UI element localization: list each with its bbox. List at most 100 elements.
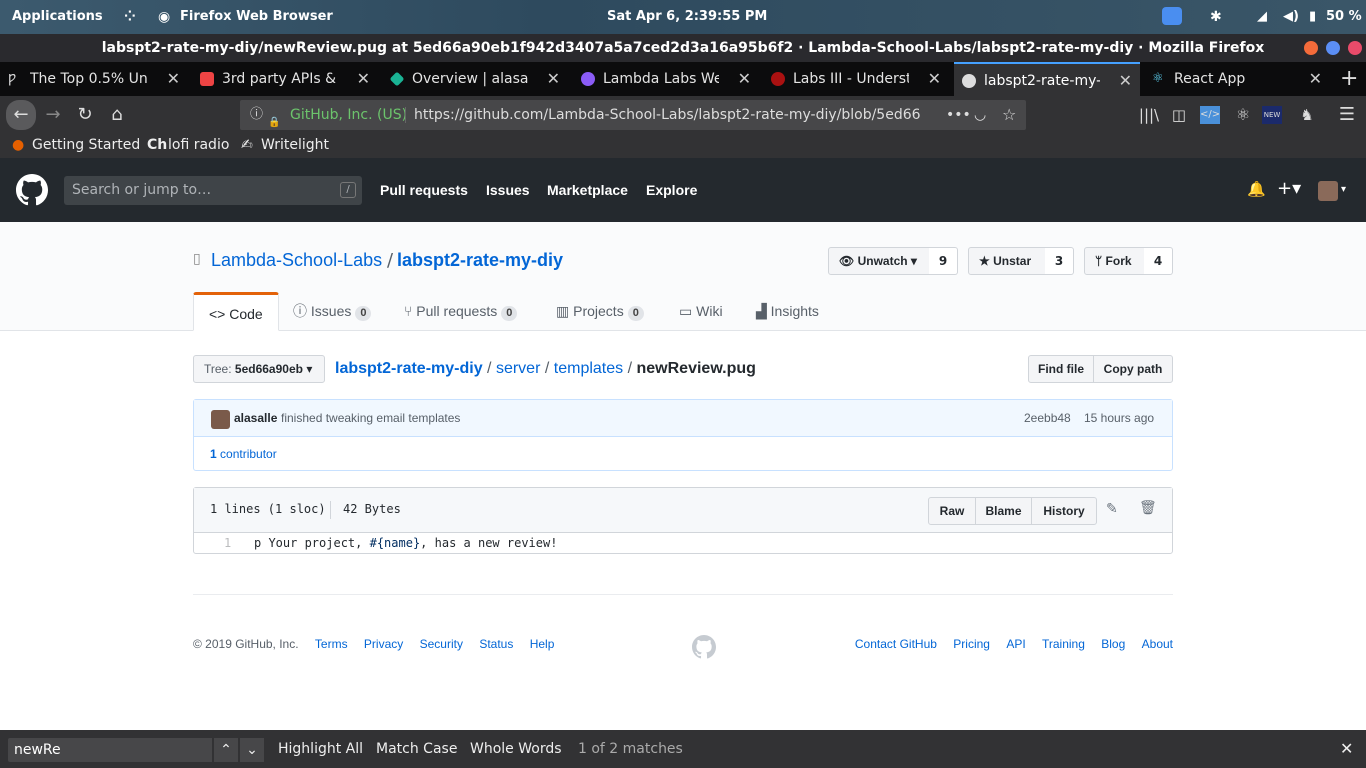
- close-tab-icon[interactable]: ✕: [928, 62, 941, 96]
- close-tab-icon[interactable]: ✕: [1119, 64, 1132, 96]
- github-logo-icon[interactable]: [16, 174, 48, 206]
- footer-link-training[interactable]: Training: [1042, 637, 1085, 651]
- copy-path-button[interactable]: Copy path: [1093, 355, 1173, 383]
- tab-top-half-percent[interactable]: Ƿ The Top 0.5% Under ✕: [0, 62, 188, 96]
- raw-button[interactable]: Raw: [928, 497, 976, 525]
- find-previous-button[interactable]: ⌃: [214, 738, 238, 762]
- line-number[interactable]: 1: [224, 536, 231, 550]
- whole-words-toggle[interactable]: Whole Words: [470, 741, 562, 757]
- footer-link-contact[interactable]: Contact GitHub: [855, 637, 937, 651]
- extension-code-icon[interactable]: </>: [1200, 106, 1220, 124]
- close-tab-icon[interactable]: ✕: [1309, 62, 1322, 96]
- footer-link-security[interactable]: Security: [420, 637, 463, 651]
- commit-message[interactable]: finished tweaking email templates: [281, 411, 460, 425]
- match-case-toggle[interactable]: Match Case: [376, 741, 457, 757]
- footer-link-pricing[interactable]: Pricing: [953, 637, 990, 651]
- unstar-button[interactable]: ★ Unstar: [968, 247, 1046, 275]
- footer-link-help[interactable]: Help: [530, 637, 555, 651]
- pocket-icon[interactable]: ◡: [974, 100, 986, 130]
- fork-count[interactable]: 4: [1144, 247, 1173, 275]
- clock[interactable]: Sat Apr 6, 2:39:55 PM: [607, 9, 767, 24]
- blame-button[interactable]: Blame: [975, 497, 1032, 525]
- create-new-plus-icon[interactable]: +▾: [1277, 178, 1301, 199]
- chevron-down-icon[interactable]: ▾: [1341, 184, 1346, 195]
- library-icon[interactable]: |||\: [1136, 102, 1162, 128]
- tab-code[interactable]: <> Code: [193, 292, 279, 331]
- tab-wiki[interactable]: ▭ Wiki: [679, 292, 723, 331]
- battery-icon[interactable]: ▮: [1309, 9, 1316, 24]
- unwatch-button[interactable]: 👁 Unwatch ▾: [828, 247, 930, 275]
- github-search-input[interactable]: Search or jump to… /: [64, 176, 362, 205]
- close-window-button[interactable]: [1348, 41, 1362, 55]
- footer-link-api[interactable]: API: [1006, 637, 1025, 651]
- bookmark-star-icon[interactable]: ☆: [1002, 100, 1016, 130]
- footer-link-blog[interactable]: Blog: [1101, 637, 1125, 651]
- url-bar[interactable]: ⓘ 🔒 GitHub, Inc. (US) https://github.com…: [240, 100, 1026, 130]
- highlight-all-toggle[interactable]: Highlight All: [278, 741, 363, 757]
- tab-projects[interactable]: ▥ Projects 0: [556, 292, 644, 331]
- nav-marketplace[interactable]: Marketplace: [547, 182, 628, 198]
- applications-menu[interactable]: Applications: [12, 9, 103, 24]
- breadcrumb-templates-link[interactable]: templates: [554, 360, 623, 377]
- gnome-extension-icon[interactable]: ♞: [1294, 102, 1320, 128]
- commit-author[interactable]: alasalle: [234, 411, 277, 425]
- bookmark-lofi-radio[interactable]: lofi radio: [168, 137, 229, 153]
- find-file-button[interactable]: Find file: [1028, 355, 1094, 383]
- zoom-icon[interactable]: [1162, 7, 1182, 25]
- contributors-link[interactable]: 1 contributor: [210, 447, 277, 461]
- close-tab-icon[interactable]: ✕: [738, 62, 751, 96]
- site-identity[interactable]: GitHub, Inc. (US): [290, 100, 407, 130]
- tab-labs-iii[interactable]: Labs III - Understand ✕: [763, 62, 949, 96]
- footer-link-status[interactable]: Status: [479, 637, 513, 651]
- tab-overview-alasalle[interactable]: Overview | alasalle ✕: [382, 62, 568, 96]
- close-find-bar-icon[interactable]: ✕: [1340, 739, 1353, 758]
- fork-button[interactable]: ᛘ Fork: [1084, 247, 1145, 275]
- avatar[interactable]: [1318, 181, 1338, 201]
- history-button[interactable]: History: [1031, 497, 1097, 525]
- back-button[interactable]: ←: [6, 100, 36, 130]
- url-text[interactable]: https://github.com/Lambda-School-Labs/la…: [414, 100, 938, 130]
- bookmark-getting-started[interactable]: Getting Started: [32, 137, 140, 153]
- tab-labspt2-rate-my-diy[interactable]: labspt2-rate-my-diy ✕: [954, 62, 1140, 96]
- find-next-button[interactable]: ⌄: [240, 738, 264, 762]
- new-tab-button[interactable]: +: [1340, 66, 1358, 91]
- tab-insights[interactable]: ▟ Insights: [756, 292, 819, 331]
- wifi-icon[interactable]: ◢: [1257, 9, 1267, 24]
- notifications-bell-icon[interactable]: 🔔: [1247, 180, 1266, 198]
- minimize-button[interactable]: [1304, 41, 1318, 55]
- tab-pull-requests[interactable]: ⑂ Pull requests 0: [404, 292, 518, 331]
- breadcrumb-repo-link[interactable]: labspt2-rate-my-diy: [335, 360, 483, 377]
- sidebar-icon[interactable]: ◫: [1166, 102, 1192, 128]
- watch-count[interactable]: 9: [929, 247, 958, 275]
- new-badge-extension-icon[interactable]: NEW: [1262, 106, 1282, 124]
- tab-lambda-labs-week[interactable]: Lambda Labs Week ✕: [573, 62, 759, 96]
- nav-issues[interactable]: Issues: [486, 182, 530, 198]
- find-input[interactable]: newRe: [8, 738, 212, 762]
- footer-link-privacy[interactable]: Privacy: [364, 637, 403, 651]
- reload-button[interactable]: ↻: [72, 102, 98, 128]
- avatar[interactable]: [211, 410, 230, 429]
- commit-sha[interactable]: 2eebb48: [1024, 411, 1071, 425]
- close-tab-icon[interactable]: ✕: [547, 62, 560, 96]
- star-count[interactable]: 3: [1045, 247, 1074, 275]
- breadcrumb-server-link[interactable]: server: [496, 360, 540, 377]
- footer-link-about[interactable]: About: [1142, 637, 1173, 651]
- repo-name-link[interactable]: labspt2-rate-my-diy: [397, 250, 563, 271]
- tab-react-app[interactable]: ⚛ React App ✕: [1144, 62, 1330, 96]
- repo-owner-link[interactable]: Lambda-School-Labs: [211, 250, 382, 271]
- edit-pencil-icon[interactable]: ✎: [1106, 501, 1118, 517]
- tab-third-party-apis[interactable]: 3rd party APIs & Se ✕: [192, 62, 378, 96]
- footer-link-terms[interactable]: Terms: [315, 637, 348, 651]
- branch-select-button[interactable]: Tree: 5ed66a90eb ▾: [193, 355, 325, 383]
- tab-issues[interactable]: ⓘ Issues 0: [293, 292, 372, 331]
- trash-icon[interactable]: 🗑: [1139, 500, 1157, 516]
- active-app-label[interactable]: Firefox Web Browser: [180, 9, 333, 24]
- close-tab-icon[interactable]: ✕: [167, 62, 180, 96]
- forward-button[interactable]: →: [40, 102, 66, 128]
- home-button[interactable]: ⌂: [104, 102, 130, 128]
- close-tab-icon[interactable]: ✕: [357, 62, 370, 96]
- nav-pull-requests[interactable]: Pull requests: [380, 182, 468, 198]
- page-actions-icon[interactable]: •••: [946, 100, 971, 130]
- github-mark-icon[interactable]: [692, 635, 716, 659]
- volume-icon[interactable]: ◀): [1283, 9, 1299, 24]
